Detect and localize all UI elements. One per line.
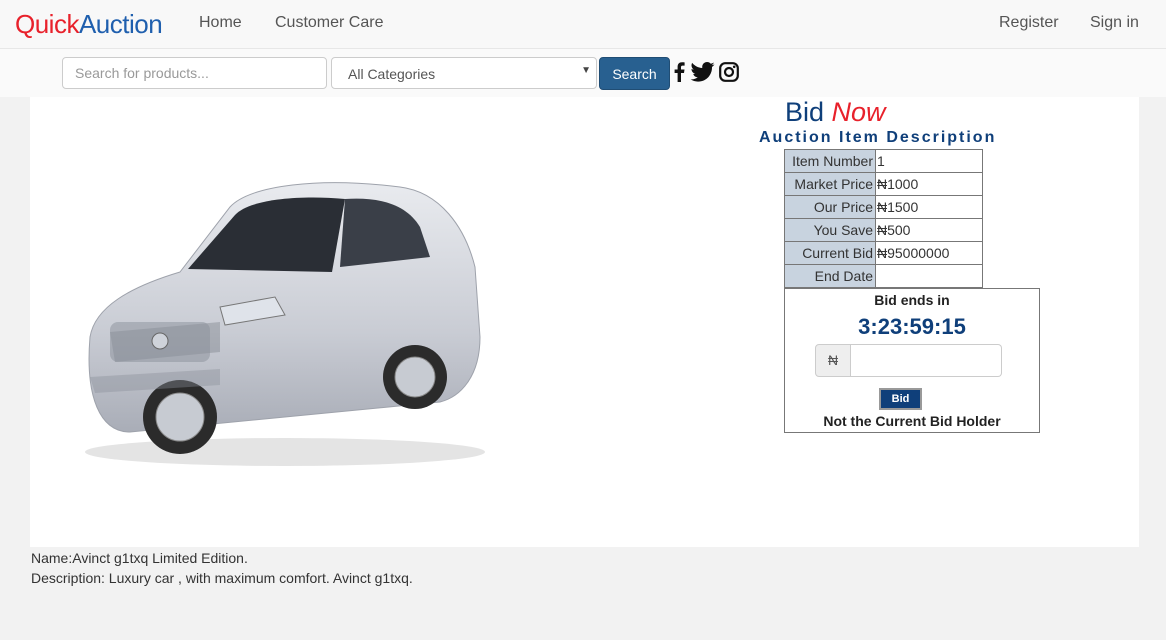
table-row: Our Price ₦1500 bbox=[784, 195, 983, 219]
nav-register-link[interactable]: Register bbox=[999, 14, 1059, 32]
car-image bbox=[70, 147, 490, 482]
top-navbar: QuickAuction Home Customer Care Register… bbox=[0, 0, 1166, 49]
auction-info-table: Item Number 1 Market Price ₦1000 Our Pri… bbox=[784, 149, 983, 288]
category-select-value: All Categories bbox=[348, 66, 436, 82]
instagram-icon[interactable] bbox=[719, 62, 739, 87]
search-bar: All Categories ▼ Search bbox=[0, 49, 1166, 97]
market-price-value: ₦1000 bbox=[875, 172, 983, 196]
bid-amount-input[interactable] bbox=[851, 344, 1002, 377]
now-word: Now bbox=[831, 97, 886, 127]
current-bid-value: ₦95000000 bbox=[875, 241, 983, 265]
chevron-down-icon: ▼ bbox=[581, 65, 591, 76]
facebook-icon[interactable] bbox=[674, 62, 685, 87]
countdown-timer: 3:23:59:15 bbox=[858, 314, 966, 339]
current-bid-label: Current Bid bbox=[784, 241, 876, 265]
end-date-label: End Date bbox=[784, 264, 876, 288]
table-row: Current Bid ₦95000000 bbox=[784, 241, 983, 265]
naira-currency-addon: ₦ bbox=[815, 344, 851, 377]
our-price-label: Our Price bbox=[784, 195, 876, 219]
brand-part-quick: Quick bbox=[15, 9, 79, 39]
bid-holder-status: Not the Current Bid Holder bbox=[823, 413, 1001, 429]
bid-now-heading: Bid Now bbox=[785, 97, 886, 128]
our-price-value: ₦1500 bbox=[875, 195, 983, 219]
auction-item-description-title: Auction Item Description bbox=[759, 129, 997, 146]
item-description: Description: Luxury car , with maximum c… bbox=[31, 570, 413, 586]
bid-ends-label: Bid ends in bbox=[874, 292, 950, 308]
item-number-value: 1 bbox=[875, 149, 983, 173]
table-row: End Date bbox=[784, 264, 983, 288]
search-input[interactable] bbox=[62, 57, 327, 89]
twitter-icon[interactable] bbox=[690, 62, 715, 87]
table-row: Item Number 1 bbox=[784, 149, 983, 173]
brand-part-auction: Auction bbox=[78, 9, 163, 39]
brand-logo[interactable]: QuickAuction bbox=[15, 9, 163, 40]
search-button[interactable]: Search bbox=[599, 57, 670, 90]
nav-sign-in-link[interactable]: Sign in bbox=[1090, 14, 1139, 32]
market-price-label: Market Price bbox=[784, 172, 876, 196]
nav-customer-care-link[interactable]: Customer Care bbox=[275, 14, 383, 32]
you-save-value: ₦500 bbox=[875, 218, 983, 242]
category-select[interactable]: All Categories ▼ bbox=[331, 57, 597, 89]
auction-content: Bid Now Auction Item Description Item Nu… bbox=[30, 97, 1139, 547]
bid-panel: Bid ends in 3:23:59:15 ₦ Bid Not the Cur… bbox=[784, 288, 1040, 433]
nav-home-link[interactable]: Home bbox=[199, 14, 242, 32]
end-date-value bbox=[875, 264, 983, 288]
table-row: You Save ₦500 bbox=[784, 218, 983, 242]
you-save-label: You Save bbox=[784, 218, 876, 242]
item-number-label: Item Number bbox=[784, 149, 876, 173]
bid-button[interactable]: Bid bbox=[879, 388, 922, 410]
table-row: Market Price ₦1000 bbox=[784, 172, 983, 196]
item-name: Name:Avinct g1txq Limited Edition. bbox=[31, 550, 248, 566]
bid-word: Bid bbox=[785, 97, 825, 127]
